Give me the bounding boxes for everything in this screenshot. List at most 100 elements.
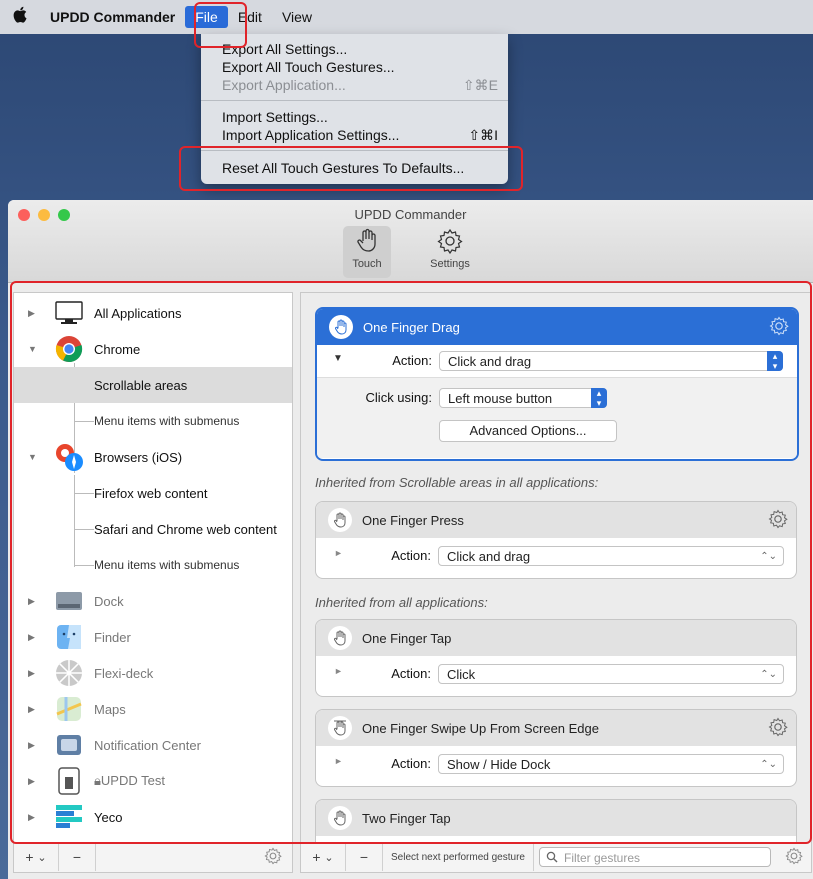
reset-item-highlight: [179, 146, 523, 191]
select-next-gesture-button[interactable]: Select next performed gesture: [383, 843, 534, 871]
sidebar-item-finder[interactable]: ▶ Finder: [14, 619, 292, 655]
disclosure-triangle-icon[interactable]: ▶: [28, 812, 35, 823]
disclosure-triangle-icon[interactable]: ▶: [28, 740, 35, 751]
sidebar-item-label: Firefox web content: [94, 485, 208, 501]
sidebar-item-dock[interactable]: ▶ Dock: [14, 583, 292, 619]
gear-icon[interactable]: [264, 847, 282, 868]
sidebar-item-flexi-deck[interactable]: ▶ Flexi-deck: [14, 655, 292, 691]
settings-tab[interactable]: Settings: [426, 226, 474, 278]
disclosure-triangle-icon[interactable]: ▼: [28, 452, 37, 462]
action-label: Action:: [391, 666, 431, 681]
sidebar-item-notification-center[interactable]: ▶ Notification Center: [14, 727, 292, 763]
action-select[interactable]: Click ⌃⌄: [438, 664, 784, 684]
menu-item-import-settings[interactable]: Import Settings...: [222, 108, 498, 126]
menu-item-label: Export All Touch Gestures...: [222, 59, 395, 75]
action-select[interactable]: Show / Hide Dock ⌃⌄: [438, 754, 784, 774]
sidebar-item-browsers-ios[interactable]: ▼ Browsers (iOS): [14, 439, 292, 475]
gesture-card-one-finger-press[interactable]: One Finger Press ► Action: Click and dra…: [315, 501, 797, 579]
gear-icon[interactable]: [768, 717, 788, 740]
menu-separator: [201, 100, 508, 101]
add-label: +: [25, 849, 34, 865]
gesture-title: Two Finger Tap: [362, 810, 451, 826]
gesture-title: One Finger Swipe Up From Screen Edge: [362, 720, 599, 736]
disclosure-triangle-icon[interactable]: ▶: [28, 308, 35, 319]
menu-item-export-all-touch-gestures[interactable]: Export All Touch Gestures...: [222, 58, 498, 76]
select-chevron-icon: ▴ ▾: [591, 388, 607, 408]
sidebar-item-label: Browsers (iOS): [94, 449, 183, 465]
add-application-button[interactable]: + ⌄: [14, 843, 59, 871]
sidebar-item-label: Finder: [94, 629, 131, 645]
apple-menu-icon[interactable]: [0, 6, 40, 28]
gesture-card-two-finger-tap[interactable]: Two Finger Tap: [315, 799, 797, 843]
click-using-select[interactable]: Left mouse button ▴ ▾: [439, 388, 607, 408]
disclosure-triangle-icon[interactable]: ▶: [28, 704, 35, 715]
touch-tab[interactable]: Touch: [343, 226, 391, 278]
app-menu[interactable]: UPDD Commander: [40, 9, 185, 25]
expand-triangle-icon[interactable]: ►: [334, 666, 343, 676]
menu-item-label: Import Settings...: [222, 109, 328, 125]
gesture-header[interactable]: One Finger Tap: [316, 620, 796, 656]
disclosure-triangle-icon[interactable]: ▼: [28, 344, 37, 354]
sidebar-item-firefox-web-content[interactable]: Firefox web content: [14, 475, 292, 511]
action-row: ► Action: Click and drag ⌃⌄: [316, 542, 796, 570]
remove-application-button[interactable]: −: [59, 843, 96, 871]
sidebar-item-all-applications[interactable]: ▶ All Applications: [14, 295, 292, 331]
gesture-header[interactable]: One Finger Drag: [317, 309, 797, 345]
add-gesture-button[interactable]: + ⌄: [301, 843, 346, 871]
advanced-options-button[interactable]: Advanced Options...: [439, 420, 617, 442]
yeco-icon: [54, 802, 84, 832]
disclosure-triangle-icon[interactable]: ▶: [28, 668, 35, 679]
drag-gesture-icon: [329, 315, 353, 339]
title-bar: UPDD Commander Touch Settings: [8, 200, 813, 283]
click-using-label: Click using:: [365, 390, 432, 405]
window-title: UPDD Commander: [354, 207, 467, 222]
sidebar-item-label: Maps: [94, 701, 126, 717]
monitor-icon: [54, 298, 84, 328]
sidebar-item-updd-test[interactable]: ▶ 🔒︎UPDD Test: [14, 763, 292, 799]
menu-item-shortcut: ⇧⌘E: [462, 77, 498, 93]
gear-icon[interactable]: [768, 509, 788, 532]
notification-center-icon: [54, 730, 84, 760]
gesture-card-one-finger-swipe-up[interactable]: One Finger Swipe Up From Screen Edge ► A…: [315, 709, 797, 787]
menu-item-export-all-settings[interactable]: Export All Settings...: [222, 40, 498, 58]
filter-gestures-input[interactable]: Filter gestures: [539, 847, 771, 867]
action-select[interactable]: Click and drag ▴ ▾: [439, 351, 783, 371]
view-menu[interactable]: View: [272, 9, 322, 25]
collapse-triangle-icon[interactable]: ▼: [333, 353, 343, 364]
gear-icon[interactable]: [769, 316, 789, 339]
disclosure-triangle-icon[interactable]: ▶: [28, 632, 35, 643]
gesture-header[interactable]: One Finger Press: [316, 502, 796, 538]
expand-triangle-icon[interactable]: ►: [334, 756, 343, 766]
sidebar-item-menu-items-with-submenus-2[interactable]: Menu items with submenus: [14, 547, 292, 583]
action-select[interactable]: Click and drag ⌃⌄: [438, 546, 784, 566]
add-label: +: [312, 849, 321, 865]
action-row: ► Action: Show / Hide Dock ⌃⌄: [316, 750, 796, 778]
sidebar-item-maps[interactable]: ▶ Maps: [14, 691, 292, 727]
sidebar-item-label: Menu items with submenus: [94, 414, 240, 428]
dock-icon: [54, 586, 84, 616]
gesture-header[interactable]: Two Finger Tap: [316, 800, 796, 836]
press-gesture-icon: [328, 508, 352, 532]
gesture-card-one-finger-drag[interactable]: One Finger Drag ▼ Action: Click and drag…: [315, 307, 799, 461]
gesture-header[interactable]: One Finger Swipe Up From Screen Edge: [316, 710, 796, 746]
sidebar-item-scrollable-areas[interactable]: Scrollable areas: [14, 367, 292, 403]
filter-placeholder: Filter gestures: [564, 851, 641, 865]
sidebar-item-label: 🔒︎UPDD Test: [94, 773, 165, 789]
disclosure-triangle-icon[interactable]: ▶: [28, 596, 35, 607]
menu-item-import-application-settings[interactable]: Import Application Settings... ⇧⌘I: [222, 126, 498, 144]
right-bottom-bar: + ⌄ − Select next performed gesture Filt…: [300, 842, 812, 873]
gestures-panel: One Finger Drag ▼ Action: Click and drag…: [300, 292, 812, 844]
sidebar-item-safari-chrome-web-content[interactable]: Safari and Chrome web content: [14, 511, 292, 547]
select-chevron-icon: ⌃⌄: [760, 759, 777, 770]
sidebar-item-menu-items-with-submenus[interactable]: Menu items with submenus: [14, 403, 292, 439]
sidebar-item-label: Menu items with submenus: [94, 558, 240, 572]
section-heading: Inherited from all applications:: [315, 595, 488, 610]
finder-icon: [54, 622, 84, 652]
gesture-card-one-finger-tap[interactable]: One Finger Tap ► Action: Click ⌃⌄: [315, 619, 797, 697]
expand-triangle-icon[interactable]: ►: [334, 548, 343, 558]
remove-gesture-button[interactable]: −: [346, 843, 383, 871]
gear-icon[interactable]: [785, 847, 803, 868]
sidebar-item-chrome[interactable]: ▼ Chrome: [14, 331, 292, 367]
disclosure-triangle-icon[interactable]: ▶: [28, 776, 35, 787]
sidebar-item-yeco[interactable]: ▶ Yeco: [14, 799, 292, 835]
